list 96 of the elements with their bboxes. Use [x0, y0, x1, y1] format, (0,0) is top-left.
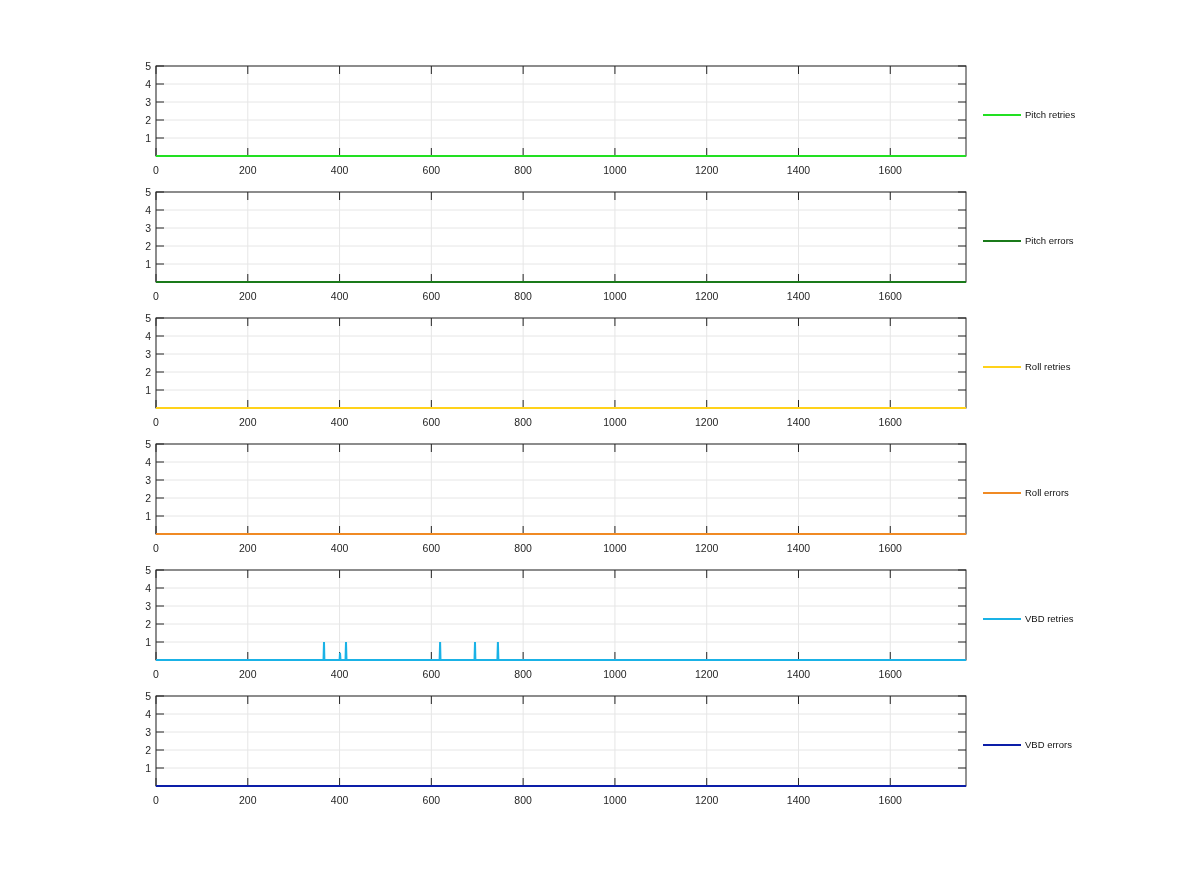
- tick-label: 1: [145, 132, 151, 144]
- tick-label: 4: [145, 456, 151, 468]
- tick-label: 1400: [786, 164, 811, 176]
- tick-label: 1200: [695, 668, 719, 680]
- legend-line-icon: [983, 364, 1021, 369]
- tick-label: 600: [422, 290, 441, 302]
- tick-label: 1400: [786, 290, 811, 302]
- tick-label: 1: [145, 510, 151, 522]
- tick-label: 1200: [695, 164, 719, 176]
- tick-label: 600: [422, 542, 441, 554]
- tick-label: 400: [330, 290, 349, 302]
- legend-label: Pitch retries: [1025, 109, 1076, 120]
- tick-label: 1600: [878, 794, 902, 806]
- tick-label: 5: [145, 690, 151, 702]
- tick-label: 200: [239, 668, 257, 680]
- tick-label: 800: [514, 290, 532, 302]
- tick-label: 1000: [603, 290, 627, 302]
- tick-label: 0: [153, 794, 159, 806]
- tick-label: 400: [330, 668, 349, 680]
- legend-label: VBD retries: [1025, 613, 1074, 624]
- tick-label: 1400: [786, 542, 811, 554]
- tick-label: 1600: [878, 416, 902, 428]
- tick-label: 400: [330, 416, 349, 428]
- tick-label: 1600: [878, 542, 902, 554]
- tick-label: 1000: [603, 542, 627, 554]
- tick-label: 800: [514, 794, 532, 806]
- tick-label: 3: [145, 222, 151, 234]
- tick-label: 800: [514, 542, 532, 554]
- tick-label: 200: [239, 290, 257, 302]
- tick-label: 5: [145, 564, 151, 576]
- tick-label: 0: [153, 164, 159, 176]
- tick-label: 2: [145, 744, 151, 756]
- tick-label: 2: [145, 114, 151, 126]
- tick-label: 600: [422, 794, 441, 806]
- tick-label: 3: [145, 474, 151, 486]
- tick-label: 1200: [695, 794, 719, 806]
- tick-label: 4: [145, 330, 151, 342]
- tick-label: 1: [145, 384, 151, 396]
- tick-label: 2: [145, 240, 151, 252]
- tick-label: 4: [145, 204, 151, 216]
- tick-label: 4: [145, 78, 151, 90]
- tick-label: 1400: [786, 794, 811, 806]
- tick-label: 5: [145, 312, 151, 324]
- tick-label: 5: [145, 60, 151, 72]
- tick-label: 0: [153, 542, 159, 554]
- legend-line-icon: [983, 742, 1021, 747]
- tick-label: 600: [422, 668, 441, 680]
- legend-label: Roll retries: [1025, 361, 1071, 372]
- tick-label: 1: [145, 636, 151, 648]
- tick-label: 1400: [786, 416, 811, 428]
- tick-label: 200: [239, 164, 257, 176]
- tick-label: 800: [514, 416, 532, 428]
- tick-label: 2: [145, 366, 151, 378]
- tick-label: 4: [145, 582, 151, 594]
- tick-label: 200: [239, 542, 257, 554]
- tick-label: 1200: [695, 290, 719, 302]
- tick-label: 3: [145, 348, 151, 360]
- tick-label: 1000: [603, 164, 627, 176]
- tick-label: 600: [422, 164, 441, 176]
- tick-label: 1: [145, 258, 151, 270]
- tick-label: 1600: [878, 164, 902, 176]
- legend-label: Pitch errors: [1025, 235, 1074, 246]
- legend-line-icon: [983, 238, 1021, 243]
- tick-label: 1000: [603, 416, 627, 428]
- legend-line-icon: [983, 112, 1021, 117]
- tick-label: 1400: [786, 668, 811, 680]
- tick-label: 0: [153, 416, 159, 428]
- legend-label: VBD errors: [1025, 739, 1072, 750]
- tick-label: 4: [145, 708, 151, 720]
- tick-label: 3: [145, 96, 151, 108]
- tick-label: 1200: [695, 542, 719, 554]
- tick-label: 3: [145, 726, 151, 738]
- tick-label: 400: [330, 542, 349, 554]
- tick-label: 0: [153, 290, 159, 302]
- tick-label: 200: [239, 416, 257, 428]
- tick-label: 800: [514, 668, 532, 680]
- tick-label: 3: [145, 600, 151, 612]
- legend-line-icon: [983, 490, 1021, 495]
- tick-label: 5: [145, 438, 151, 450]
- tick-label: 1200: [695, 416, 719, 428]
- tick-label: 800: [514, 164, 532, 176]
- tick-label: 1000: [603, 794, 627, 806]
- tick-label: 1000: [603, 668, 627, 680]
- tick-label: 400: [330, 164, 349, 176]
- tick-label: 2: [145, 618, 151, 630]
- tick-label: 1600: [878, 668, 902, 680]
- legend-line-icon: [983, 616, 1021, 621]
- tick-label: 200: [239, 794, 257, 806]
- tick-label: 600: [422, 416, 441, 428]
- tick-label: 5: [145, 186, 151, 198]
- tick-label: 1600: [878, 290, 902, 302]
- tick-label: 400: [330, 794, 349, 806]
- tick-label: 2: [145, 492, 151, 504]
- tick-label: 1: [145, 762, 151, 774]
- tick-label: 0: [153, 668, 159, 680]
- legend-label: Roll errors: [1025, 487, 1069, 498]
